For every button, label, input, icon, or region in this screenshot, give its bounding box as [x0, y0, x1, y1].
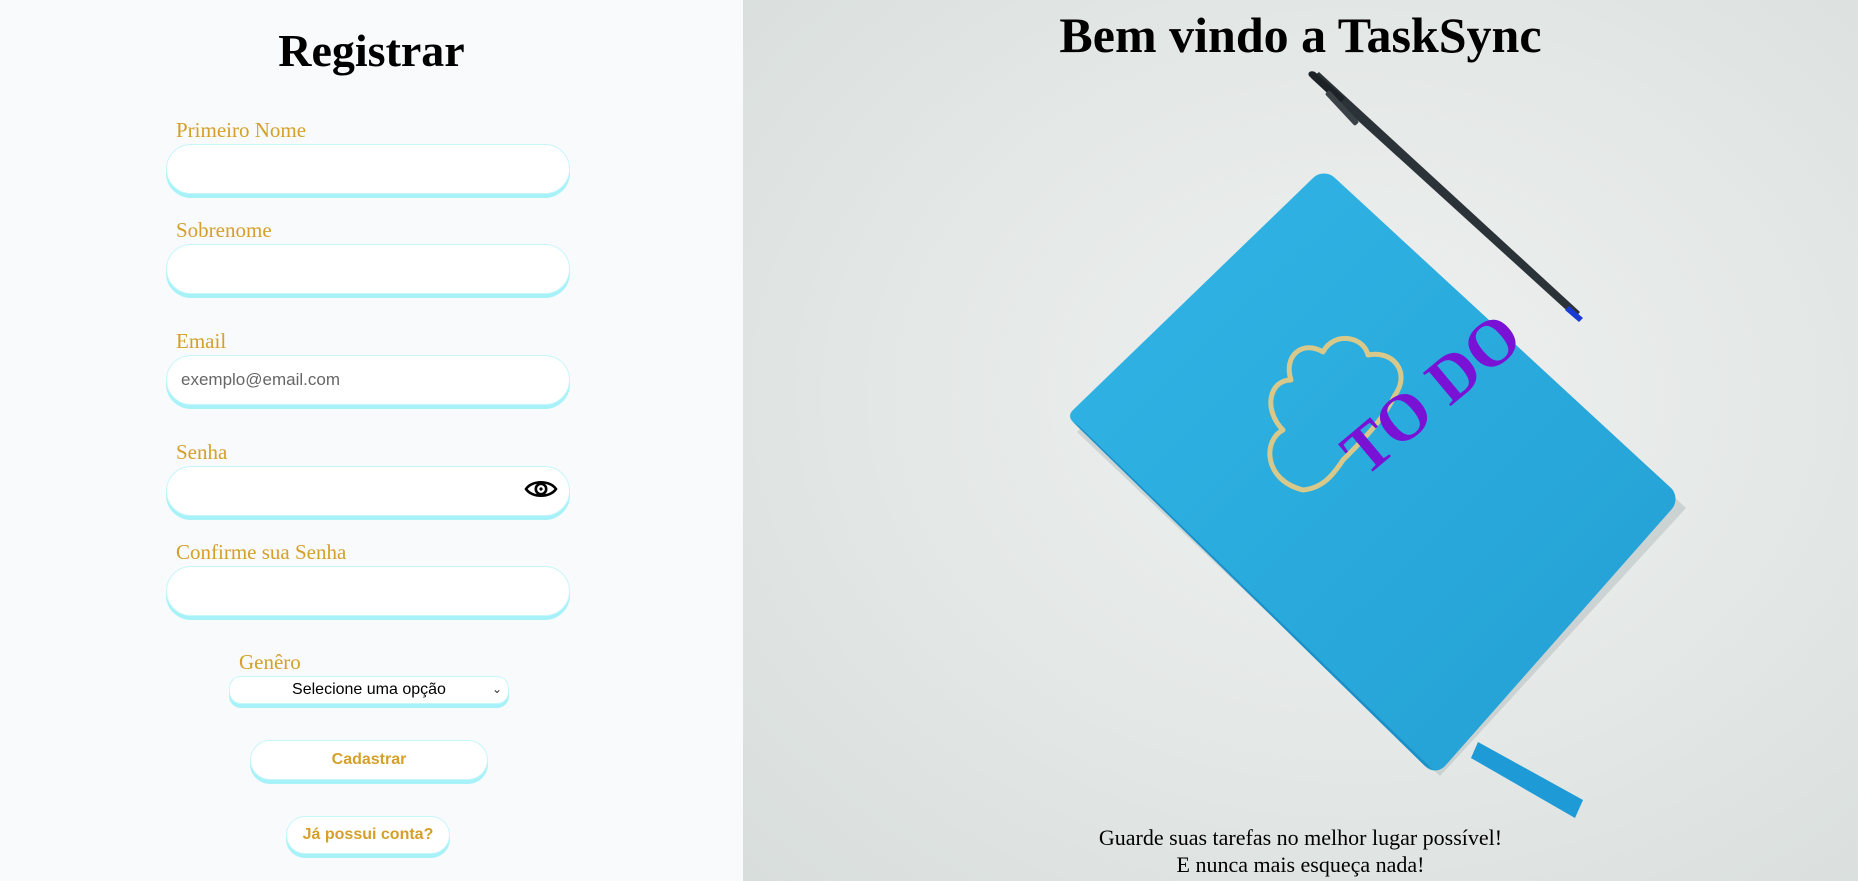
last-name-label: Sobrenome — [176, 218, 272, 242]
register-button[interactable]: Cadastrar — [250, 740, 488, 780]
email-input[interactable] — [166, 355, 570, 405]
first-name-input[interactable] — [166, 144, 570, 194]
confirm-password-input[interactable] — [166, 566, 570, 616]
first-name-label: Primeiro Nome — [176, 118, 307, 142]
gender-select[interactable]: Selecione uma opção ⌄ — [229, 676, 509, 704]
welcome-panel: TO DO Bem vindo a TaskSync Guarde suas t… — [743, 0, 1858, 881]
password-label: Senha — [176, 440, 228, 464]
toggle-password-button[interactable] — [522, 474, 560, 504]
tagline-line-2: E nunca mais esqueça nada! — [1176, 852, 1425, 877]
chevron-down-icon: ⌄ — [491, 682, 502, 696]
login-link[interactable]: Já possui conta? — [286, 816, 450, 854]
password-input[interactable] — [166, 466, 570, 516]
tagline-line-1: Guarde suas tarefas no melhor lugar poss… — [1098, 825, 1503, 850]
email-label: Email — [176, 329, 227, 353]
welcome-tagline: Guarde suas tarefas no melhor lugar poss… — [743, 824, 1858, 878]
confirm-password-label: Confirme sua Senha — [176, 540, 347, 564]
register-panel: Registrar Primeiro Nome Sobrenome Email … — [0, 0, 743, 881]
todo-notebook-photo: TO DO — [1070, 71, 1686, 818]
gender-selected-value: Selecione uma opção — [292, 681, 446, 698]
page-title: Registrar — [278, 25, 465, 76]
welcome-title: Bem vindo a TaskSync — [1059, 7, 1542, 63]
gender-label: Genêro — [239, 650, 301, 674]
last-name-input[interactable] — [166, 244, 570, 294]
eye-icon — [524, 480, 558, 498]
